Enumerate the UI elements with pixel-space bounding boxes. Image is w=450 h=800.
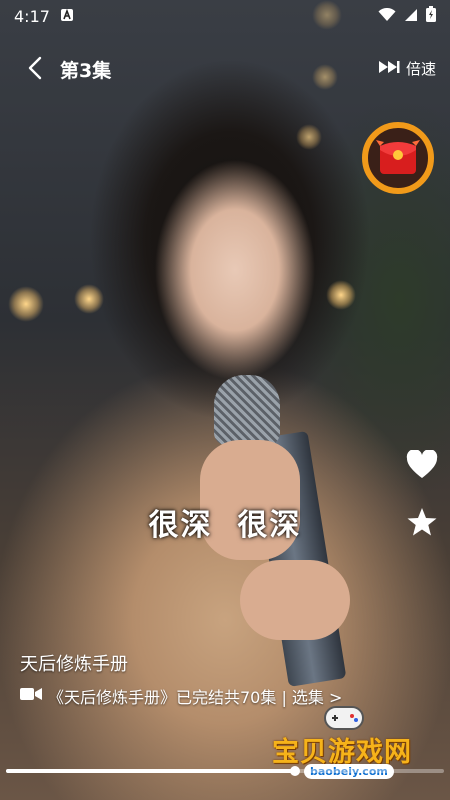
video-player[interactable]: 4:17 第3集 倍速 很深 很深 天后修炼手册 《天后修炼手册》已完结共70集…: [0, 0, 450, 800]
fast-forward-icon: [378, 60, 400, 78]
status-time: 4:17: [14, 6, 50, 26]
signal-icon: [404, 7, 418, 26]
series-info-text: 《天后修炼手册》已完结共70集 | 选集 >: [48, 688, 343, 707]
subtitle-caption: 很深 很深: [148, 508, 302, 543]
progress-fill: [6, 769, 295, 773]
like-button[interactable]: [406, 449, 438, 484]
bokeh-light: [326, 280, 356, 310]
episode-list-link[interactable]: 《天后修炼手册》已完结共70集 | 选集 >: [20, 684, 342, 708]
system-icons: [378, 6, 436, 26]
bokeh-light: [296, 124, 322, 150]
battery-icon: [426, 6, 436, 26]
a-badge-icon: [60, 7, 74, 26]
top-bar: 第3集 倍速: [0, 50, 450, 86]
bokeh-light: [8, 286, 44, 322]
show-title: 天后修炼手册: [20, 654, 128, 675]
heart-icon: [406, 449, 438, 484]
bokeh-light: [74, 284, 104, 314]
red-packet-button[interactable]: [362, 122, 434, 194]
microphone-head: [214, 375, 280, 445]
back-button[interactable]: [22, 54, 50, 82]
red-envelope-icon: [376, 136, 420, 180]
status-bar: 4:17: [0, 0, 450, 32]
site-watermark: 宝贝游戏网 baobeiy.com: [272, 706, 422, 790]
hand: [240, 560, 350, 640]
episode-title: 第3集: [60, 60, 112, 82]
playback-speed-button[interactable]: 倍速: [378, 58, 436, 79]
playback-speed-label: 倍速: [405, 60, 436, 78]
chevron-left-icon: [22, 56, 50, 86]
wifi-icon: [378, 7, 396, 26]
video-camera-icon: [20, 686, 48, 706]
gamepad-logo-icon: [324, 706, 364, 730]
playback-progress-bar[interactable]: [0, 766, 450, 776]
progress-handle[interactable]: [290, 766, 300, 776]
